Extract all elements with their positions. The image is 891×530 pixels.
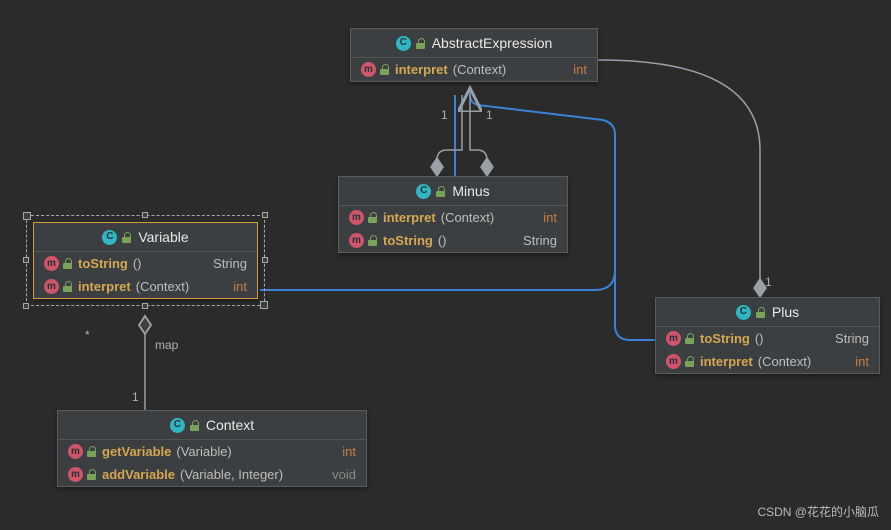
method-name: toString (78, 256, 128, 271)
method-return: int (855, 354, 869, 369)
lock-icon (684, 356, 695, 367)
method-name: interpret (78, 279, 131, 294)
method-params: () (755, 331, 764, 346)
multiplicity-label: * (85, 328, 90, 342)
method-return: int (543, 210, 557, 225)
class-title: C Minus (339, 177, 567, 205)
class-title: C Plus (656, 298, 879, 326)
method-return: String (523, 233, 557, 248)
class-title: C Variable (34, 223, 257, 251)
method-name: interpret (395, 62, 448, 77)
method-icon: m (44, 256, 59, 271)
lock-icon (684, 333, 695, 344)
method-params: () (438, 233, 447, 248)
method-row[interactable]: m toString () String (339, 229, 567, 252)
class-abstract-expression[interactable]: C AbstractExpression m interpret (Context… (350, 28, 598, 82)
lock-icon (189, 420, 200, 431)
method-params: (Context) (441, 210, 494, 225)
class-icon: C (102, 230, 117, 245)
class-icon: C (170, 418, 185, 433)
method-row[interactable]: m interpret (Context) int (34, 275, 257, 298)
multiplicity-label: 1 (132, 390, 139, 404)
member-list: m toString () String m interpret (Context)… (34, 251, 257, 298)
method-return: int (233, 279, 247, 294)
method-row[interactable]: m toString () String (656, 327, 879, 350)
method-params: (Variable) (176, 444, 231, 459)
method-icon: m (666, 354, 681, 369)
method-icon: m (666, 331, 681, 346)
watermark: CSDN @花花的小脑瓜 (757, 503, 879, 520)
lock-icon (86, 446, 97, 457)
method-icon: m (349, 210, 364, 225)
method-params: () (133, 256, 142, 271)
lock-icon (755, 307, 766, 318)
method-row[interactable]: m interpret (Context) int (656, 350, 879, 373)
method-return: int (342, 444, 356, 459)
method-name: addVariable (102, 467, 175, 482)
class-title: C Context (58, 411, 366, 439)
lock-icon (435, 186, 446, 197)
method-params: (Variable, Integer) (180, 467, 283, 482)
lock-icon (379, 64, 390, 75)
lock-icon (415, 38, 426, 49)
class-minus[interactable]: C Minus m interpret (Context) int m toStr… (338, 176, 568, 253)
method-params: (Context) (758, 354, 811, 369)
lock-icon (367, 235, 378, 246)
method-row[interactable]: m toString () String (34, 252, 257, 275)
method-name: interpret (700, 354, 753, 369)
method-name: toString (383, 233, 433, 248)
method-return: String (835, 331, 869, 346)
class-title: C AbstractExpression (351, 29, 597, 57)
class-context[interactable]: C Context m getVariable (Variable) int m … (57, 410, 367, 487)
method-row[interactable]: m interpret (Context) int (339, 206, 567, 229)
method-icon: m (68, 467, 83, 482)
method-icon: m (349, 233, 364, 248)
method-row[interactable]: m getVariable (Variable) int (58, 440, 366, 463)
multiplicity-label: 1 (486, 108, 493, 122)
class-variable[interactable]: C Variable m toString () String m interpr… (33, 222, 258, 299)
member-list: m interpret (Context) int (351, 57, 597, 81)
class-icon: C (396, 36, 411, 51)
method-row[interactable]: m addVariable (Variable, Integer) void (58, 463, 366, 486)
method-row[interactable]: m interpret (Context) int (351, 58, 597, 81)
method-name: getVariable (102, 444, 171, 459)
class-icon: C (416, 184, 431, 199)
lock-icon (121, 232, 132, 243)
lock-icon (86, 469, 97, 480)
multiplicity-label: 1 (441, 108, 448, 122)
lock-icon (62, 281, 73, 292)
class-name-label: AbstractExpression (432, 35, 553, 51)
class-icon: C (736, 305, 751, 320)
class-name-label: Context (206, 417, 254, 433)
class-plus[interactable]: C Plus m toString () String m interpret (C… (655, 297, 880, 374)
method-icon: m (44, 279, 59, 294)
method-icon: m (68, 444, 83, 459)
member-list: m getVariable (Variable) int m addVariabl… (58, 439, 366, 486)
class-name-label: Variable (138, 229, 188, 245)
method-name: toString (700, 331, 750, 346)
role-label: map (155, 338, 178, 352)
method-return: void (332, 467, 356, 482)
method-name: interpret (383, 210, 436, 225)
method-icon: m (361, 62, 376, 77)
lock-icon (367, 212, 378, 223)
class-name-label: Plus (772, 304, 799, 320)
multiplicity-label: 1 (765, 275, 772, 289)
member-list: m interpret (Context) int m toString () St… (339, 205, 567, 252)
lock-icon (62, 258, 73, 269)
method-return: String (213, 256, 247, 271)
class-name-label: Minus (452, 183, 489, 199)
method-return: int (573, 62, 587, 77)
method-params: (Context) (453, 62, 506, 77)
member-list: m toString () String m interpret (Context)… (656, 326, 879, 373)
method-params: (Context) (136, 279, 189, 294)
